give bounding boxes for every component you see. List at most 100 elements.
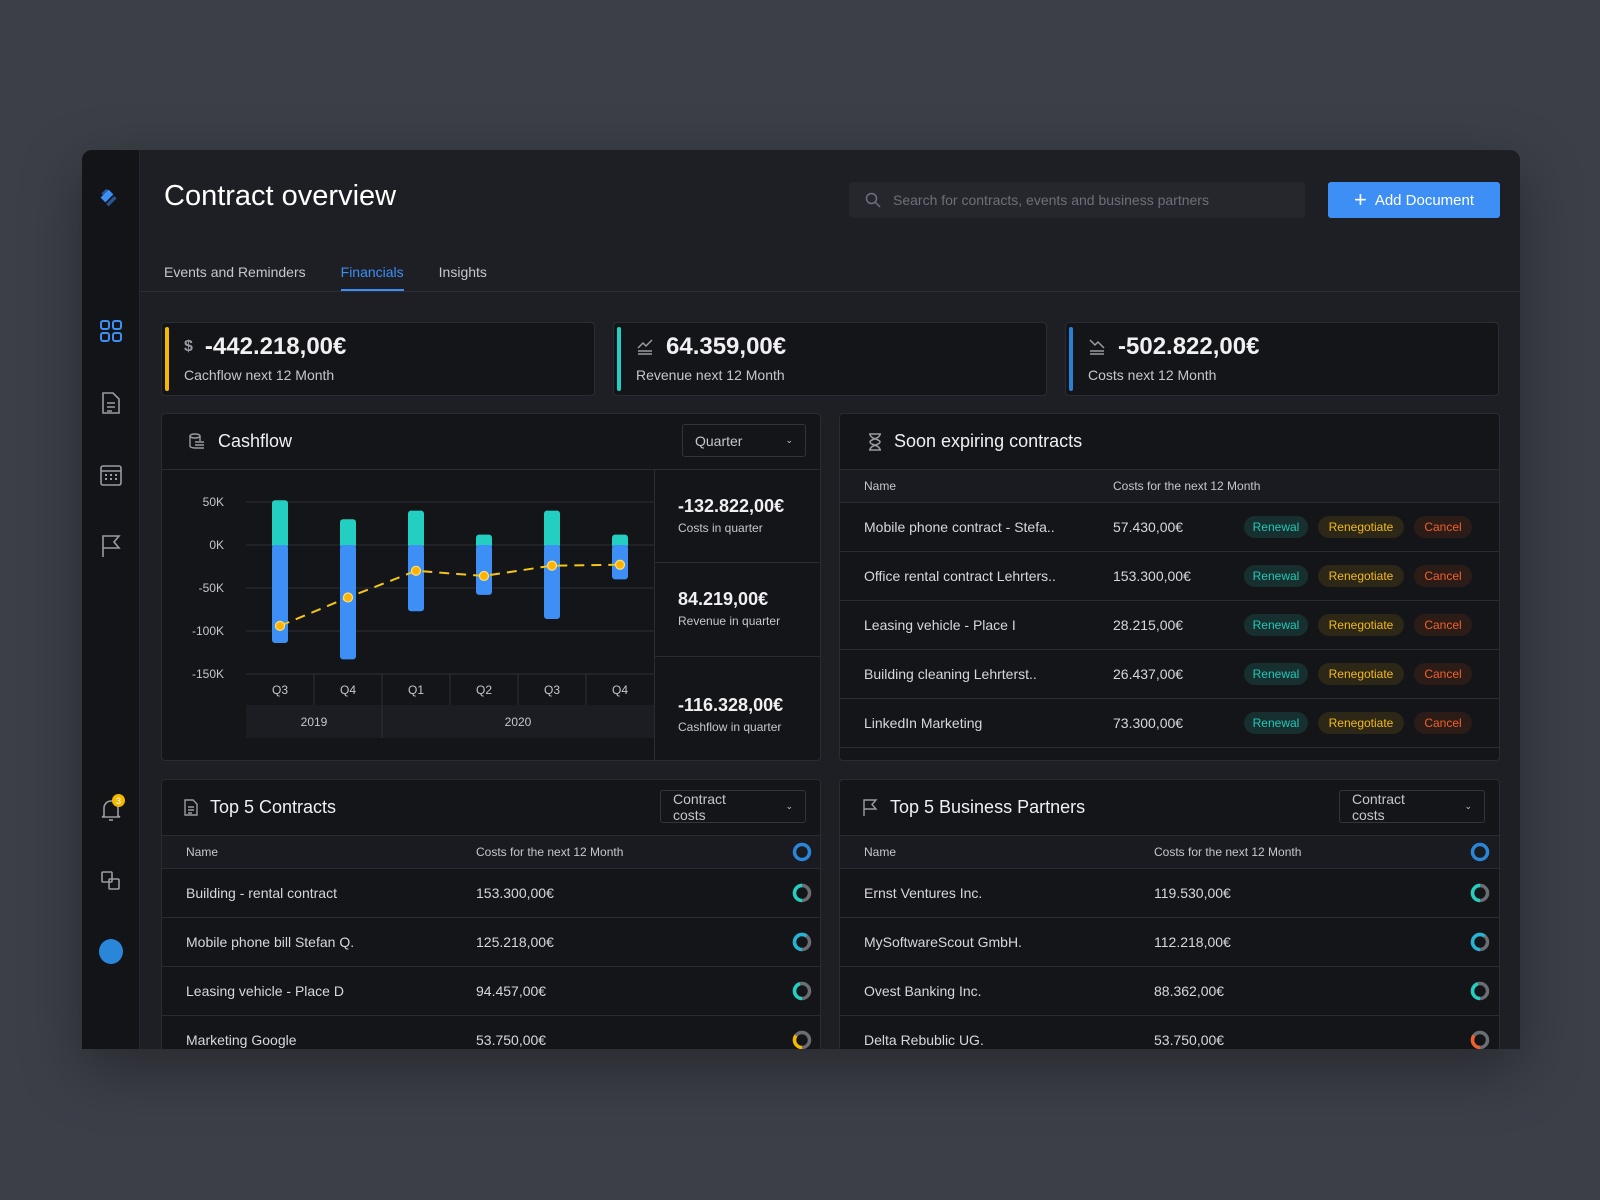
- table-row[interactable]: Delta Rebublic UG. 53.750,00€: [840, 1016, 1499, 1049]
- table-row[interactable]: Mobile phone contract - Stefa.. 57.430,0…: [840, 503, 1499, 552]
- kpi-value: -502.822,00€: [1118, 333, 1260, 360]
- cancel-button[interactable]: Cancel: [1414, 663, 1472, 685]
- cancel-button[interactable]: Cancel: [1414, 565, 1472, 587]
- row-cost: 119.530,00€: [1154, 885, 1231, 901]
- row-cost: 112.218,00€: [1154, 934, 1231, 950]
- table-row[interactable]: MySoftwareScout GmbH. 112.218,00€: [840, 918, 1499, 967]
- contract-cost: 57.430,00€: [1113, 519, 1184, 535]
- renewal-button[interactable]: Renewal: [1244, 565, 1308, 587]
- tab-financials[interactable]: Financials: [340, 264, 404, 291]
- kpi-accent: [165, 327, 169, 391]
- renegotiate-button[interactable]: Renegotiate: [1318, 565, 1404, 587]
- top-partners-panel: Top 5 Business Partners Contract costs ⌄ …: [839, 779, 1500, 1049]
- metric-select[interactable]: Contract costs ⌄: [1339, 790, 1485, 823]
- column-header-name: Name: [864, 845, 897, 859]
- period-select[interactable]: Quarter ⌄: [682, 424, 806, 457]
- logo-icon[interactable]: [99, 188, 123, 212]
- avatar[interactable]: [99, 938, 123, 964]
- kpi-label: Revenue next 12 Month: [636, 367, 785, 383]
- row-cost: 94.457,00€: [476, 983, 547, 999]
- table-row[interactable]: Leasing vehicle - Place I 28.215,00€ Ren…: [840, 601, 1499, 650]
- x-tick-label: Q3: [544, 683, 560, 697]
- stat-value: -116.328,00€: [678, 694, 784, 715]
- renewal-button[interactable]: Renewal: [1244, 614, 1308, 636]
- document-icon[interactable]: [99, 391, 123, 415]
- copy-icon[interactable]: [99, 869, 123, 893]
- x-tick-label: Q4: [340, 683, 356, 697]
- costs-icon: [1089, 339, 1105, 355]
- bell-icon[interactable]: 3: [99, 794, 125, 822]
- metric-select[interactable]: Contract costs ⌄: [660, 790, 806, 823]
- top-contracts-panel: Top 5 Contracts Contract costs ⌄ Name Cost…: [161, 779, 821, 1049]
- row-name: Building - rental contract: [186, 885, 337, 901]
- column-header-name: Name: [186, 845, 219, 859]
- panel-title: Top 5 Contracts: [210, 797, 337, 817]
- contract-name: Leasing vehicle - Place I: [864, 617, 1016, 633]
- table-row[interactable]: Office rental contract Lehrters.. 153.30…: [840, 552, 1499, 601]
- cancel-button[interactable]: Cancel: [1414, 614, 1472, 636]
- tab-insights[interactable]: Insights: [439, 264, 487, 291]
- row-name: Marketing Google: [186, 1032, 297, 1048]
- table-row[interactable]: Building cleaning Lehrterst.. 26.437,00€…: [840, 650, 1499, 699]
- x-tick-label: Q4: [612, 683, 628, 697]
- y-tick-label: 50K: [203, 495, 224, 509]
- donut-share-icon: [1470, 932, 1490, 952]
- cancel-button[interactable]: Cancel: [1414, 712, 1472, 734]
- table-row[interactable]: Leasing vehicle - Place D 94.457,00€: [162, 967, 820, 1016]
- donut-share-icon: [792, 932, 812, 952]
- renegotiate-button[interactable]: Renegotiate: [1318, 614, 1404, 636]
- chevron-down-icon: ⌄: [785, 435, 793, 445]
- table-row[interactable]: Ovest Banking Inc. 88.362,00€: [840, 967, 1499, 1016]
- donut-share-icon: [792, 1030, 812, 1049]
- revenue-icon: [637, 339, 653, 355]
- table-row[interactable]: Mobile phone bill Stefan Q. 125.218,00€: [162, 918, 820, 967]
- search-bar[interactable]: [849, 182, 1305, 218]
- year-label: 2020: [505, 715, 532, 729]
- stat-value: -132.822,00€: [678, 496, 785, 516]
- contract-cost: 28.215,00€: [1113, 617, 1184, 633]
- cashflow-line: [279, 563, 621, 627]
- y-tick-label: -50K: [199, 581, 224, 595]
- renegotiate-button[interactable]: Renegotiate: [1318, 712, 1404, 734]
- cancel-button[interactable]: Cancel: [1414, 516, 1472, 538]
- notification-badge: 3: [112, 794, 125, 807]
- table-row[interactable]: Building - rental contract 153.300,00€: [162, 869, 820, 918]
- renewal-button[interactable]: Renewal: [1244, 663, 1308, 685]
- row-name: Leasing vehicle - Place D: [186, 983, 344, 999]
- table-row[interactable]: Ernst Ventures Inc. 119.530,00€: [840, 869, 1499, 918]
- calendar-icon[interactable]: [99, 463, 123, 487]
- renewal-button[interactable]: Renewal: [1244, 712, 1308, 734]
- row-name: Ovest Banking Inc.: [864, 983, 982, 999]
- flag-icon[interactable]: [99, 534, 123, 558]
- dashboard-grid-icon[interactable]: [99, 319, 123, 343]
- cashflow-point: [614, 559, 626, 570]
- add-document-button[interactable]: + Add Document: [1328, 182, 1500, 218]
- renewal-button[interactable]: Renewal: [1244, 516, 1308, 538]
- row-name: Ernst Ventures Inc.: [864, 885, 983, 901]
- table-row[interactable]: LinkedIn Marketing 73.300,00€ Renewal Re…: [840, 699, 1499, 748]
- row-cost: 53.750,00€: [1154, 1032, 1225, 1048]
- renegotiate-button[interactable]: Renegotiate: [1318, 663, 1404, 685]
- cashflow-icon: $: [184, 338, 193, 355]
- header-divider: [140, 291, 1520, 292]
- y-tick-label: 0K: [209, 538, 224, 552]
- stat-label: Costs in quarter: [678, 521, 763, 535]
- cashflow-point: [410, 565, 422, 576]
- row-cost: 153.300,00€: [476, 885, 554, 901]
- tab-events-and-reminders[interactable]: Events and Reminders: [164, 264, 306, 291]
- row-cost: 53.750,00€: [476, 1032, 547, 1048]
- kpi-card-costs: -502.822,00€ Costs next 12 Month: [1065, 322, 1499, 396]
- table-row[interactable]: Marketing Google 53.750,00€: [162, 1016, 820, 1049]
- hourglass-icon: [869, 432, 881, 451]
- document-icon: [184, 799, 198, 816]
- quarter-stats: -132.822,00€ Costs in quarter 84.219,00€ R…: [654, 470, 820, 760]
- renegotiate-button[interactable]: Renegotiate: [1318, 516, 1404, 538]
- donut-share-icon: [792, 981, 812, 1001]
- panel-title: Top 5 Business Partners: [890, 797, 1086, 817]
- contract-cost: 73.300,00€: [1113, 715, 1184, 731]
- cost-bar: [476, 545, 492, 595]
- y-tick-label: -100K: [192, 624, 224, 638]
- panel-title: Soon expiring contracts: [894, 431, 1083, 451]
- search-input[interactable]: [893, 192, 1293, 208]
- cashflow-point: [342, 592, 354, 603]
